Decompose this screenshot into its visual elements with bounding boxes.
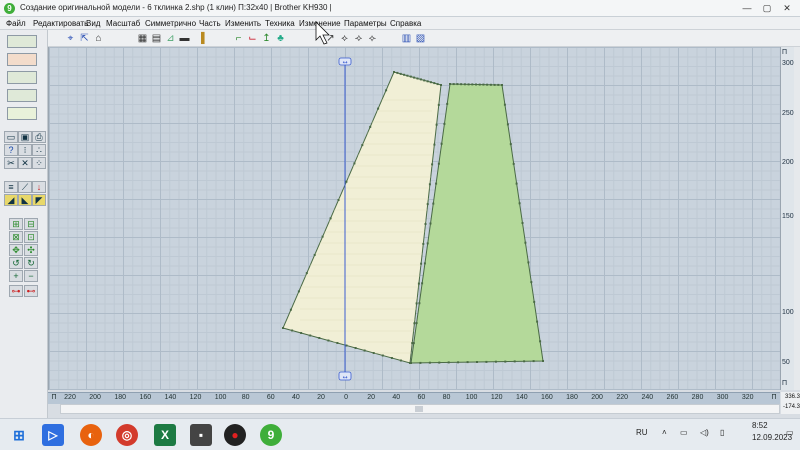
hruler-prefix: П bbox=[51, 394, 57, 401]
taskbar: ⊞ ▷ ◐ ◎ X ▪ ● 9 RU ˄ ▭ ◁) ▯ 8:52 12.09.2… bbox=[0, 418, 800, 450]
vertical-ruler: П 300 250 200 150 100 50 П bbox=[780, 47, 794, 390]
hruler-tick: 0 bbox=[344, 394, 349, 401]
hruler-tick: 200 bbox=[89, 394, 101, 401]
hruler-tick: 40 bbox=[291, 394, 300, 401]
language-indicator[interactable]: RU bbox=[636, 428, 648, 437]
horizontal-scroll-thumb[interactable] bbox=[415, 406, 423, 412]
hruler-tick: 160 bbox=[541, 394, 553, 401]
camera-icon[interactable]: ▪ bbox=[190, 424, 212, 446]
hruler-tick: 80 bbox=[442, 394, 451, 401]
hruler-tick: 120 bbox=[490, 394, 503, 401]
axis-bottom-handle[interactable]: ↔ bbox=[338, 371, 352, 381]
hruler-tick: 280 bbox=[691, 394, 704, 401]
hruler-tick: 20 bbox=[367, 394, 376, 401]
svg-text:↔: ↔ bbox=[342, 59, 347, 66]
knitting-app-icon[interactable]: 9 bbox=[260, 424, 282, 446]
vruler-tick: 250 bbox=[782, 110, 794, 117]
pattern-drawing: ↔ ↔ bbox=[282, 21, 544, 381]
mouse-cursor-icon bbox=[315, 21, 330, 45]
vruler-tick: 300 bbox=[782, 60, 794, 67]
hruler-tick: 40 bbox=[392, 394, 401, 401]
hruler-tick: 80 bbox=[241, 394, 250, 401]
hruler-tick: 300 bbox=[716, 394, 729, 401]
notifications-icon[interactable]: ▭ bbox=[786, 428, 794, 437]
hruler-tick: 60 bbox=[266, 394, 275, 401]
horizontal-scrollbar[interactable] bbox=[60, 404, 780, 414]
hruler-tick: 100 bbox=[465, 394, 478, 401]
hruler-tick: 200 bbox=[591, 394, 603, 401]
hruler-tick: 220 bbox=[64, 394, 76, 401]
network-icon[interactable]: ▭ bbox=[680, 428, 688, 437]
hruler-tick: 140 bbox=[515, 394, 528, 401]
hruler-tick: 180 bbox=[566, 394, 578, 401]
record-icon[interactable]: ● bbox=[224, 424, 246, 446]
axis-top-handle[interactable]: ↔ bbox=[338, 57, 352, 66]
svg-text:↔: ↔ bbox=[342, 374, 347, 381]
firefox-icon[interactable]: ◐ bbox=[80, 424, 102, 446]
volume-icon[interactable]: ◁) bbox=[700, 428, 709, 437]
battery-icon[interactable]: ▯ bbox=[720, 428, 724, 437]
windows-start-icon[interactable]: ⊞ bbox=[8, 424, 30, 446]
hruler-tick: 140 bbox=[164, 394, 177, 401]
vruler-tick: 150 bbox=[782, 213, 794, 220]
hruler-tick: 180 bbox=[114, 394, 127, 401]
coord-y: -174.3 bbox=[782, 404, 800, 410]
chrome-icon[interactable]: ◎ bbox=[116, 424, 138, 446]
cursor-coordinates: 336.3 -174.3 bbox=[781, 392, 800, 414]
horizontal-ruler: П 220 200 180 160 140 120 100 80 60 40 20 0 20 40 60 80… bbox=[48, 392, 780, 404]
app-media-icon[interactable]: ▷ bbox=[42, 424, 64, 446]
hruler-tick: 240 bbox=[641, 394, 654, 401]
clock-time[interactable]: 8:52 bbox=[752, 421, 768, 430]
vruler-suffix: П bbox=[782, 380, 788, 387]
hruler-tick: 160 bbox=[139, 394, 152, 401]
hruler-tick: 120 bbox=[189, 394, 202, 401]
hruler-tick: 260 bbox=[666, 394, 679, 401]
tray-arrow-icon[interactable]: ˄ bbox=[662, 428, 667, 437]
hruler-suffix: П bbox=[771, 394, 777, 401]
hruler-tick: 320 bbox=[741, 394, 754, 401]
hruler-tick: 60 bbox=[417, 394, 426, 401]
hruler-tick: 20 bbox=[317, 394, 325, 401]
vruler-tick: 50 bbox=[782, 359, 790, 366]
vruler-tick: 200 bbox=[782, 159, 794, 166]
excel-icon[interactable]: X bbox=[154, 424, 176, 446]
vruler-tick: 100 bbox=[782, 309, 794, 316]
vertical-scrollbar[interactable] bbox=[794, 47, 800, 390]
vruler-prefix: П bbox=[782, 49, 788, 56]
hruler-tick: 100 bbox=[214, 394, 227, 401]
coord-x: 336.3 bbox=[784, 394, 800, 400]
hruler-tick: 220 bbox=[616, 394, 629, 401]
